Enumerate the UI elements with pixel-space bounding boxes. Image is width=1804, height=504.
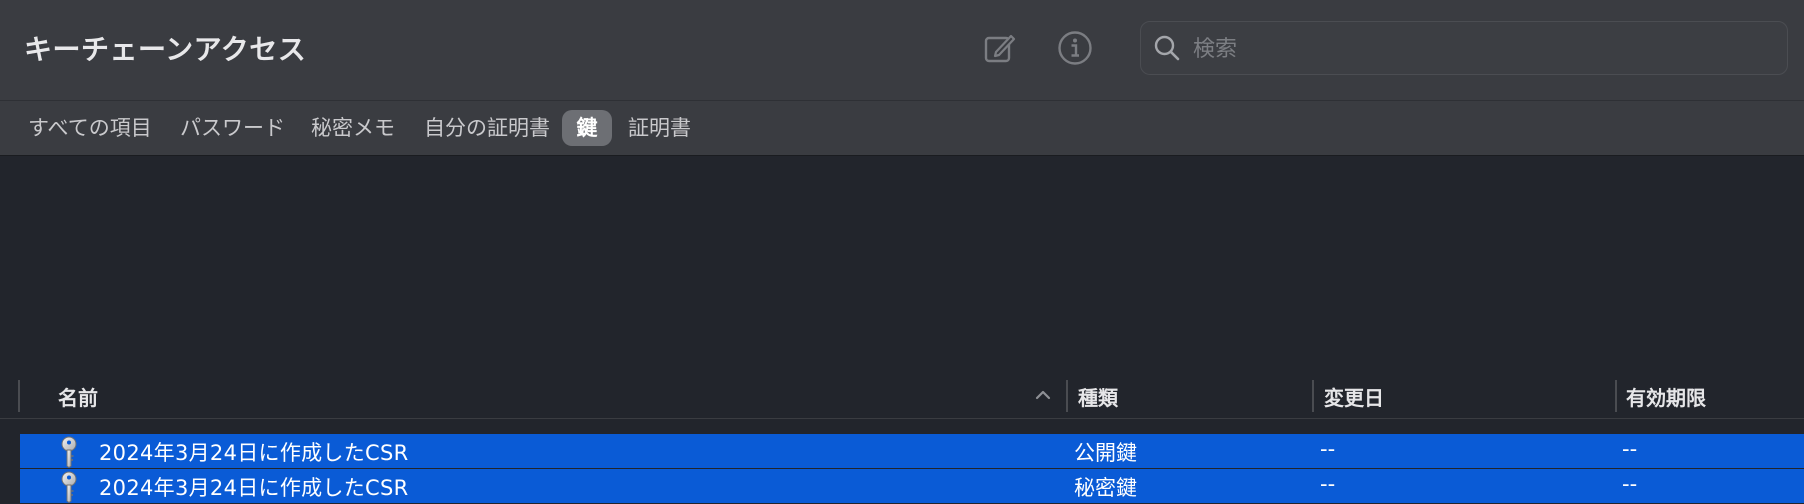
tab-passwords[interactable]: パスワード xyxy=(180,110,285,146)
row-name: 2024年3月24日に作成したCSR xyxy=(99,476,409,500)
table-row[interactable]: 2024年3月24日に作成したCSR 公開鍵 -- -- xyxy=(20,434,1804,468)
search-field[interactable] xyxy=(1140,21,1788,75)
column-divider[interactable] xyxy=(1312,380,1314,412)
compose-icon[interactable] xyxy=(980,28,1020,68)
toolbar: キーチェーンアクセス xyxy=(0,0,1804,100)
category-tabs: すべての項目 パスワード 秘密メモ 自分の証明書 鍵 証明書 xyxy=(0,100,1804,156)
search-input[interactable] xyxy=(1191,30,1775,68)
column-header-name[interactable]: 名前 xyxy=(58,382,98,411)
row-modified: -- xyxy=(1320,472,1336,496)
app-title: キーチェーンアクセス xyxy=(24,33,307,66)
key-icon xyxy=(61,471,77,503)
row-modified: -- xyxy=(1320,437,1336,461)
column-header-kind[interactable]: 種類 xyxy=(1078,382,1118,411)
row-name: 2024年3月24日に作成したCSR xyxy=(99,441,409,465)
tab-keys[interactable]: 鍵 xyxy=(562,110,612,146)
info-icon[interactable] xyxy=(1055,28,1095,68)
column-header-expires[interactable]: 有効期限 xyxy=(1626,382,1706,411)
column-divider[interactable] xyxy=(1066,380,1068,412)
row-kind: 公開鍵 xyxy=(1074,441,1137,465)
column-header-modified[interactable]: 変更日 xyxy=(1324,382,1384,411)
column-divider xyxy=(18,380,20,412)
row-expires: -- xyxy=(1622,472,1638,496)
table-row[interactable]: 2024年3月24日に作成したCSR 秘密鍵 -- -- xyxy=(20,469,1804,503)
row-expires: -- xyxy=(1622,437,1638,461)
keychain-window: キーチェーンアクセス すべての項目 xyxy=(0,0,1804,504)
tab-my-certificates[interactable]: 自分の証明書 xyxy=(424,110,550,146)
key-icon xyxy=(61,436,77,468)
row-kind: 秘密鍵 xyxy=(1074,476,1137,500)
search-icon xyxy=(1153,34,1181,66)
tab-certificates[interactable]: 証明書 xyxy=(628,110,691,146)
column-divider[interactable] xyxy=(1615,380,1617,412)
tab-all-items[interactable]: すべての項目 xyxy=(28,110,152,146)
sort-ascending-icon[interactable] xyxy=(1034,388,1052,402)
tab-secure-notes[interactable]: 秘密メモ xyxy=(311,110,395,146)
table-header: 名前 種類 変更日 有効期限 xyxy=(0,376,1804,419)
